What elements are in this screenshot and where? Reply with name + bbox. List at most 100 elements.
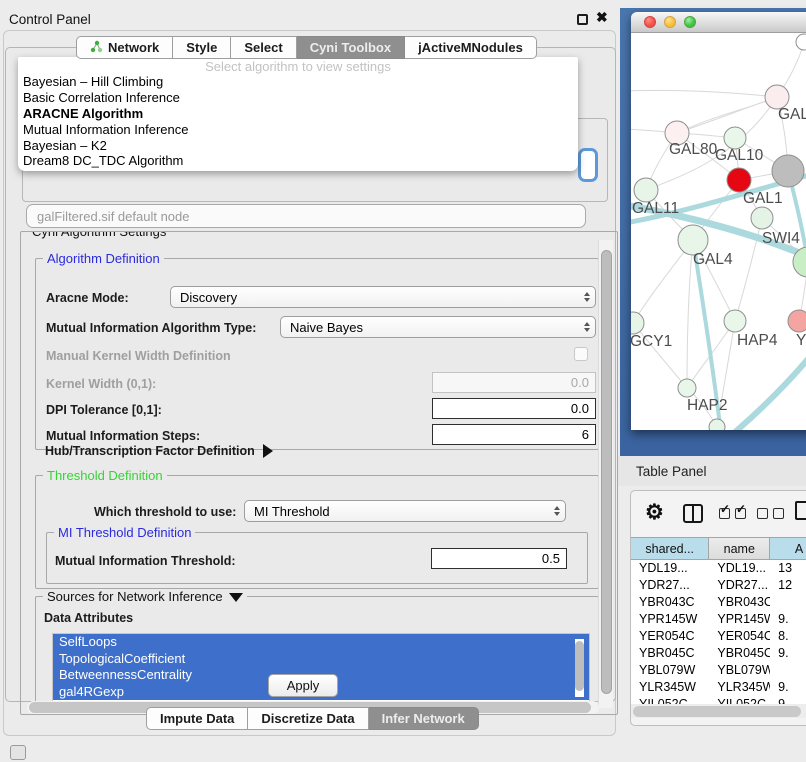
dropdown-item-basic-correlation-inference[interactable]: Basic Correlation Inference: [18, 90, 578, 106]
node-label-gal4: GAL4: [693, 251, 733, 268]
dropdown-item-aracne-algorithm[interactable]: ARACNE Algorithm: [18, 106, 578, 122]
which-threshold-combo[interactable]: MI Threshold: [244, 500, 566, 522]
minimized-panel-icon[interactable]: [10, 745, 26, 760]
hub-definition-label: Hub/Transcription Factor Definition: [45, 444, 255, 458]
dropdown-item-bayesian-hill-climbing[interactable]: Bayesian – Hill Climbing: [18, 74, 578, 90]
network-node-gal1[interactable]: [727, 168, 751, 192]
network-node[interactable]: [751, 207, 773, 229]
settings-vertical-scrollbar[interactable]: [598, 240, 613, 708]
table-row[interactable]: YLR345WYLR345W9.: [631, 679, 806, 696]
table-row[interactable]: YIL052CYIL052C9: [631, 696, 806, 704]
close-button[interactable]: [644, 16, 656, 28]
mi-threshold-group-title: MI Threshold Definition: [54, 525, 195, 540]
dropdown-item-bayesian-k2[interactable]: Bayesian – K2: [18, 138, 578, 154]
table-horizontal-scrollbar[interactable]: [631, 704, 806, 718]
tab-select[interactable]: Select: [231, 36, 296, 59]
tab-network[interactable]: Network: [76, 36, 173, 59]
table-row[interactable]: YER054CYER054C8.: [631, 628, 806, 645]
column-header-name[interactable]: name: [709, 538, 770, 559]
table-row[interactable]: YDR27...YDR27...12: [631, 577, 806, 594]
attribute-list-scrollbar[interactable]: [575, 639, 584, 697]
table-cell: YDL19...: [631, 560, 709, 577]
network-canvas[interactable]: GALGAL80GAL10GAL1GAL11GAL4GCY1HAP4YHAP2S…: [631, 33, 806, 430]
table-cell: 9: [770, 696, 806, 704]
network-node-gal11[interactable]: [634, 178, 658, 202]
algorithm-dropdown: Select algorithm to view settings Bayesi…: [18, 57, 578, 171]
algorithm-dropdown-prompt: Select algorithm to view settings: [18, 57, 578, 74]
aracne-mode-combo[interactable]: Discovery: [170, 286, 596, 308]
network-node[interactable]: [772, 155, 804, 187]
network-node-gcy1[interactable]: [631, 312, 644, 334]
unchecked-box-icon[interactable]: [757, 508, 768, 519]
columns-icon[interactable]: [683, 504, 703, 523]
network-view-window[interactable]: GALGAL80GAL10GAL1GAL11GAL4GCY1HAP4YHAP2S…: [631, 12, 806, 430]
which-threshold-value: MI Threshold: [245, 504, 549, 519]
table-cell: YBR043C: [709, 594, 770, 611]
control-panel-title: Control Panel: [9, 12, 91, 27]
table-cell: YBL079W: [709, 662, 770, 679]
table-row[interactable]: YPR145WYPR145W9.: [631, 611, 806, 628]
table-cell: YIL052C: [709, 696, 770, 704]
mi-threshold-field[interactable]: [431, 548, 567, 569]
network-node-gal10[interactable]: [724, 127, 746, 149]
kernel-width-field[interactable]: [432, 372, 596, 393]
table-toolbar: ⚙ ✓ ✓: [631, 491, 806, 537]
sources-group-title[interactable]: Sources for Network Inference: [43, 589, 247, 604]
network-node-hap4[interactable]: [724, 310, 746, 332]
column-header-a[interactable]: A: [770, 538, 806, 559]
apply-button[interactable]: Apply: [268, 674, 338, 697]
tab-label: Discretize Data: [261, 711, 354, 726]
dropdown-item-mutual-information-inference[interactable]: Mutual Information Inference: [18, 122, 578, 138]
network-window-titlebar[interactable]: [631, 12, 806, 33]
expand-right-icon[interactable]: [263, 444, 273, 458]
checked-box-icon[interactable]: ✓: [735, 508, 746, 519]
table-row[interactable]: YBL079WYBL079W: [631, 662, 806, 679]
combo-stepper-focused[interactable]: [578, 148, 598, 182]
tab-impute-data[interactable]: Impute Data: [146, 707, 248, 730]
table-cell: YBR045C: [631, 645, 709, 662]
column-header-shared-[interactable]: shared...: [631, 538, 709, 559]
tab-infer-network[interactable]: Infer Network: [369, 707, 479, 730]
attribute-item-topologicalcoefficient[interactable]: TopologicalCoefficient: [53, 651, 589, 668]
hub-definition-expander[interactable]: Hub/Transcription Factor Definition: [45, 444, 273, 458]
table-row[interactable]: YDL19...YDL19...13: [631, 560, 806, 577]
table-cell: 8.: [770, 628, 806, 645]
network-node[interactable]: [796, 34, 806, 50]
unchecked-box-icon[interactable]: [773, 508, 784, 519]
document-icon[interactable]: [795, 501, 806, 520]
network-selector-combo[interactable]: galFiltered.sif default node: [26, 204, 586, 228]
dropdown-item-dream8-dc-tdc-algorithm[interactable]: Dream8 DC_TDC Algorithm: [18, 153, 578, 169]
table-cell: 9.: [770, 679, 806, 696]
mi-steps-field[interactable]: [432, 424, 596, 445]
table-cell: YDL19...: [709, 560, 770, 577]
spinner-icon: [579, 322, 595, 332]
manual-kernel-checkbox[interactable]: [574, 347, 588, 361]
float-window-icon[interactable]: [577, 14, 588, 25]
table-body: YDL19...YDL19...13YDR27...YDR27...12YBR0…: [631, 560, 806, 704]
spinner-icon: [579, 292, 595, 302]
tab-label: Style: [186, 40, 217, 55]
algorithm-definition-title: Algorithm Definition: [43, 251, 164, 266]
collapse-down-icon[interactable]: [229, 593, 243, 602]
tab-style[interactable]: Style: [173, 36, 231, 59]
gear-icon[interactable]: ⚙: [645, 500, 664, 525]
tab-label: Select: [244, 40, 282, 55]
zoom-button[interactable]: [684, 16, 696, 28]
network-node-hap2[interactable]: [678, 379, 696, 397]
tab-cyni-toolbox[interactable]: Cyni Toolbox: [297, 36, 405, 59]
aracne-mode-value: Discovery: [171, 290, 579, 305]
node-label-y: Y: [796, 332, 806, 349]
table-row[interactable]: YBR045CYBR045C9.: [631, 645, 806, 662]
dpi-tolerance-label: DPI Tolerance [0,1]:: [46, 403, 162, 417]
tab-discretize-data[interactable]: Discretize Data: [248, 707, 368, 730]
table-row[interactable]: YBR043CYBR043C: [631, 594, 806, 611]
network-node[interactable]: [709, 419, 725, 430]
close-icon[interactable]: ✖: [596, 9, 608, 26]
minimize-button[interactable]: [664, 16, 676, 28]
dpi-tolerance-field[interactable]: [432, 398, 596, 419]
network-node-y[interactable]: [788, 310, 806, 332]
mi-type-combo[interactable]: Naive Bayes: [280, 316, 596, 338]
attribute-item-selfloops[interactable]: SelfLoops: [53, 634, 589, 651]
checked-box-icon[interactable]: ✓: [719, 508, 730, 519]
tab-jactivemnodules[interactable]: jActiveMNodules: [405, 36, 537, 59]
